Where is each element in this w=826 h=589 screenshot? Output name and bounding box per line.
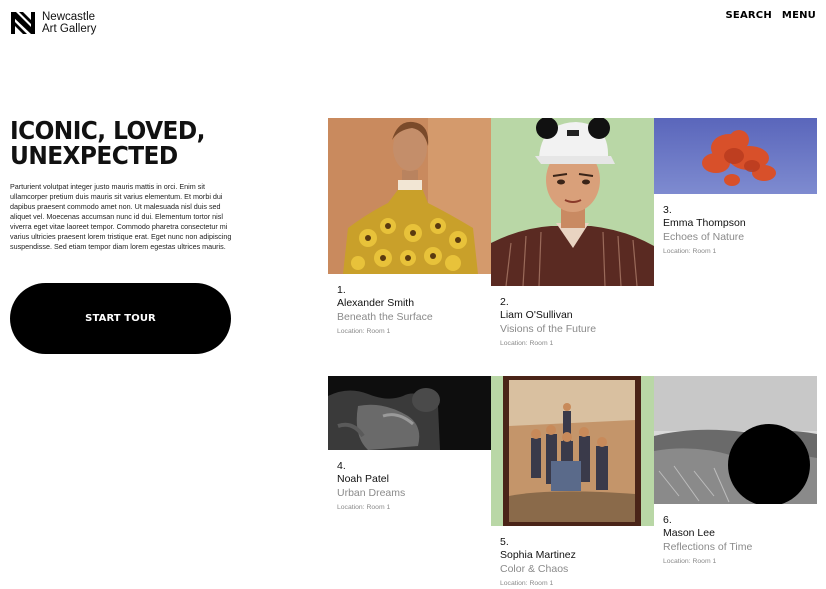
artwork-title: Echoes of Nature	[663, 231, 745, 243]
menu-link[interactable]: MENU	[782, 10, 816, 21]
artwork-number: 4.	[337, 460, 346, 472]
artwork-title: Reflections of Time	[663, 541, 753, 553]
artwork-title: Visions of the Future	[500, 323, 597, 335]
page-title: ICONIC, LOVED, UNEXPECTED	[10, 118, 215, 168]
artwork-number: 3.	[663, 204, 672, 216]
page-title-line-2: UNEXPECTED	[10, 141, 178, 170]
gallery-logo[interactable]: Newcastle Art Gallery	[10, 10, 96, 36]
artwork-card-3[interactable]: 3. Emma Thompson Echoes of Nature Locati…	[654, 118, 817, 258]
artist-name: Sophia Martinez	[500, 549, 576, 561]
artwork-image-4	[328, 376, 491, 450]
artwork-image-3	[654, 118, 817, 194]
artist-name: Alexander Smith	[337, 297, 415, 309]
artwork-card-1[interactable]: 1. Alexander Smith Beneath the Surface L…	[328, 118, 491, 338]
artwork-number: 1.	[337, 284, 346, 296]
artwork-number: 5.	[500, 536, 509, 548]
logo-line-1: Newcastle	[42, 11, 96, 23]
page-title-line-1: ICONIC, LOVED,	[10, 116, 205, 145]
artwork-image-1	[328, 118, 491, 274]
artwork-location: Location: Room 1	[337, 504, 391, 511]
artwork-location: Location: Room 1	[500, 340, 554, 347]
artwork-image-6	[654, 376, 817, 504]
artwork-title: Beneath the Surface	[337, 311, 433, 323]
artwork-title: Urban Dreams	[337, 487, 406, 499]
artwork-number: 2.	[500, 296, 509, 308]
artwork-location: Location: Room 1	[500, 580, 554, 587]
artist-name: Emma Thompson	[663, 217, 746, 229]
search-link[interactable]: SEARCH	[726, 10, 772, 21]
artwork-card-6[interactable]: 6. Mason Lee Reflections of Time Locatio…	[654, 376, 817, 568]
logo-line-2: Art Gallery	[42, 23, 97, 35]
artwork-image-2	[491, 118, 654, 286]
artist-name: Liam O'Sullivan	[500, 309, 573, 321]
artist-name: Mason Lee	[663, 527, 715, 539]
top-nav: SEARCH MENU	[726, 10, 816, 21]
artwork-card-4[interactable]: 4. Noah Patel Urban Dreams Location: Roo…	[328, 376, 491, 514]
start-tour-button[interactable]: START TOUR	[10, 283, 231, 354]
artwork-number: 6.	[663, 514, 672, 526]
artwork-location: Location: Room 1	[337, 328, 391, 335]
artwork-card-5[interactable]: 5. Sophia Martinez Color & Chaos Locatio…	[491, 376, 654, 589]
artwork-image-5	[491, 376, 654, 526]
artwork-title: Color & Chaos	[500, 563, 569, 575]
artist-name: Noah Patel	[337, 473, 389, 485]
artwork-location: Location: Room 1	[663, 558, 717, 565]
logo-mark-icon	[11, 12, 35, 34]
intro-text: Parturient volutpat integer justo mauris…	[10, 182, 232, 251]
artwork-card-2[interactable]: 2. Liam O'Sullivan Visions of the Future…	[491, 118, 654, 350]
artwork-location: Location: Room 1	[663, 248, 717, 255]
